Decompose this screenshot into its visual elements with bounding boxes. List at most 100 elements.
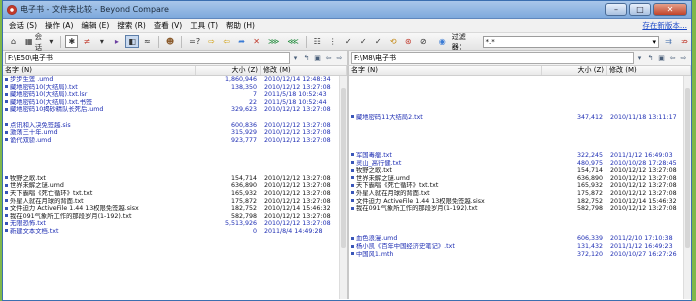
file-row[interactable]: [349, 122, 691, 130]
compare-icon[interactable]: =?: [186, 35, 203, 48]
file-row[interactable]: 世界未解之谜.umd 636,890 2010/12/12 13:27:08: [3, 182, 347, 190]
user-icon[interactable]: ☻: [163, 35, 177, 48]
menu-help[interactable]: 帮助 (H): [226, 20, 255, 31]
file-row[interactable]: 步步生莲 .umd 1,860,946 2010/12/14 12:48:34: [3, 76, 347, 84]
file-row[interactable]: [349, 144, 691, 152]
delete-icon[interactable]: ✕: [250, 35, 263, 48]
swap-icon[interactable]: ≈: [141, 35, 154, 48]
left-path-dropdown-icon[interactable]: ▾: [290, 54, 301, 62]
refresh-icon[interactable]: ⟲: [387, 35, 400, 48]
left-col-size[interactable]: 大小 (Z): [196, 66, 261, 75]
filter-clear-icon[interactable]: ⇏: [678, 35, 691, 48]
file-row[interactable]: 灵山_高行健.txt 480,975 2010/10/28 17:28:45: [349, 160, 691, 168]
file-row[interactable]: [349, 220, 691, 228]
left-up-folder-icon[interactable]: ↰: [301, 54, 312, 62]
check-diff-icon[interactable]: ✓: [372, 35, 385, 48]
file-row[interactable]: 天下霸唱《死亡循环》txt.txt 165,932 2010/12/12 13:27…: [349, 182, 691, 190]
left-forward-icon[interactable]: ⇨: [334, 54, 345, 62]
right-scrollbar[interactable]: [683, 76, 691, 299]
menu-search[interactable]: 搜索 (R): [117, 20, 145, 31]
copy-right-icon[interactable]: ⇨: [205, 35, 218, 48]
minimize-button[interactable]: –: [605, 3, 627, 16]
file-row[interactable]: 点讯和入决免签越.sis 600,836 2010/12/12 13:27:08: [3, 122, 347, 130]
file-row[interactable]: [349, 99, 691, 107]
file-row[interactable]: 牧野之歌.txt 154,714 2010/12/12 13:27:08: [349, 167, 691, 175]
tree-expand-icon[interactable]: ☷: [311, 35, 324, 48]
file-row[interactable]: 藏地密码10(大结局).txt 138,350 2010/12/12 13:27:0…: [3, 84, 347, 92]
file-row[interactable]: 无限恐怖.txt 5,513,926 2010/12/12 13:27:08: [3, 220, 347, 228]
right-path-dropdown-icon[interactable]: ▾: [634, 54, 645, 62]
new-version-link[interactable]: 存在新版本...: [642, 20, 691, 31]
file-row[interactable]: 藏地密码10(大结局).txt.lsr 7 2011/5/18 10:52:43: [3, 91, 347, 99]
maximize-button[interactable]: □: [629, 3, 651, 16]
file-row[interactable]: 诡代双骄.umd 923,777 2010/12/12 13:27:08: [3, 137, 347, 145]
left-col-name[interactable]: 名字 (N): [3, 66, 196, 75]
right-col-modified[interactable]: 修改 (M): [607, 66, 691, 75]
right-col-size[interactable]: 大小 (Z): [542, 66, 607, 75]
left-browse-icon[interactable]: ▣: [312, 54, 323, 62]
menu-view[interactable]: 查看 (V): [154, 20, 182, 31]
home-icon[interactable]: ⌂: [7, 35, 20, 48]
check-icon[interactable]: ✓: [357, 35, 370, 48]
filter-apply-icon[interactable]: ⇉: [662, 35, 675, 48]
options-icon[interactable]: ⊛: [402, 35, 415, 48]
file-row[interactable]: [349, 76, 691, 84]
close-button[interactable]: ✕: [653, 3, 687, 16]
right-path-input[interactable]: F:\M8\电子书: [351, 52, 634, 64]
show-orphans-icon[interactable]: ▸: [110, 35, 123, 48]
right-browse-icon[interactable]: ▣: [656, 54, 667, 62]
check-all-icon[interactable]: ✓: [342, 35, 355, 48]
file-row[interactable]: [349, 213, 691, 221]
left-col-modified[interactable]: 修改 (M): [261, 66, 347, 75]
left-path-input[interactable]: F:\E50\电子书: [5, 52, 290, 64]
session-button[interactable]: ▦ 会话 ▾: [22, 32, 56, 52]
file-row[interactable]: 外星人就在月球的背面.txt 175,872 2010/12/12 13:27:08: [349, 190, 691, 198]
filter-input[interactable]: *.*: [482, 35, 660, 48]
filter-icon[interactable]: ◉: [436, 35, 449, 48]
menu-actions[interactable]: 操作 (A): [45, 20, 73, 31]
right-col-name[interactable]: 名字 (N): [349, 66, 542, 75]
file-row[interactable]: 世界未解之谜.umd 636,890 2010/12/12 13:27:08: [349, 175, 691, 183]
file-row[interactable]: 藏地密码10揭砂精队长死后.umd 329,623 2010/12/12 13:27…: [3, 106, 347, 114]
file-row[interactable]: 外星人就在月球的背面.txt 175,872 2010/12/12 13:27:08: [3, 198, 347, 206]
file-row[interactable]: 牧野之歌.txt 154,714 2010/12/12 13:27:08: [3, 175, 347, 183]
file-row[interactable]: 天下霸唱《死亡循环》txt.txt 165,932 2010/12/12 13:27…: [3, 190, 347, 198]
right-up-folder-icon[interactable]: ↰: [645, 54, 656, 62]
file-row[interactable]: 我在091气象所工作的那段岁月(1-192).txt 582,798 2010/12…: [3, 213, 347, 221]
show-all-icon[interactable]: ✱: [65, 35, 79, 48]
show-same-icon[interactable]: ▾: [95, 35, 108, 48]
file-row[interactable]: [349, 91, 691, 99]
move-icon[interactable]: ➦: [235, 35, 248, 48]
file-row[interactable]: 军国毒瘤.txt 322,245 2011/1/12 16:49:03: [349, 152, 691, 160]
file-row[interactable]: 杨小凯《百年中国经济史笔记》.txt 131,432 2011/1/12 16:49…: [349, 243, 691, 251]
file-row[interactable]: 藏地密码11大结局2.txt 347,412 2010/11/18 13:11:17: [349, 114, 691, 122]
file-row[interactable]: [3, 144, 347, 152]
copy-left-icon[interactable]: ⇦: [220, 35, 233, 48]
right-back-icon[interactable]: ⇦: [667, 54, 678, 62]
menu-session[interactable]: 会话 (S): [9, 20, 37, 31]
file-row[interactable]: [349, 129, 691, 137]
left-back-icon[interactable]: ⇦: [323, 54, 334, 62]
file-row[interactable]: 新建文本文档.txt 0 2011/8/4 14:49:28: [3, 228, 347, 236]
file-row[interactable]: 激荡三十年.umd 315,929 2010/12/12 13:27:08: [3, 129, 347, 137]
right-forward-icon[interactable]: ⇨: [678, 54, 689, 62]
left-scrollbar[interactable]: [339, 76, 347, 299]
file-row[interactable]: [3, 114, 347, 122]
file-row[interactable]: 文件迫力 ActiveFile 1.44 13权限免签越.sisx 182,752…: [3, 205, 347, 213]
sync-left-icon[interactable]: ⋙: [265, 35, 282, 48]
file-row[interactable]: 血色浪漫.umd 606,339 2011/2/10 17:10:38: [349, 235, 691, 243]
file-row[interactable]: [349, 228, 691, 236]
file-row[interactable]: 文件迫力 ActiveFile 1.44 13权限免签越.sisx 182,752…: [349, 198, 691, 206]
title-bar[interactable]: 电子书 - 文件夹比较 - Beyond Compare – □ ✕: [3, 1, 691, 19]
collapse-icon[interactable]: ⋮: [326, 35, 340, 48]
file-row[interactable]: [3, 160, 347, 168]
menu-edit[interactable]: 编辑 (E): [81, 20, 109, 31]
file-row[interactable]: [349, 84, 691, 92]
file-row[interactable]: 我在091气象所工作的那段岁月(1-192).txt 582,798 2010/12…: [349, 205, 691, 213]
file-row[interactable]: 中国风1.mth 372,120 2010/10/27 16:27:26: [349, 251, 691, 259]
show-diffs-icon[interactable]: ≠: [80, 35, 93, 48]
file-row[interactable]: [349, 137, 691, 145]
menu-tools[interactable]: 工具 (T): [190, 20, 218, 31]
file-row[interactable]: 藏地密码10(大结局).txt.书签 22 2011/5/18 10:52:44: [3, 99, 347, 107]
sync-right-icon[interactable]: ⋘: [284, 35, 301, 48]
